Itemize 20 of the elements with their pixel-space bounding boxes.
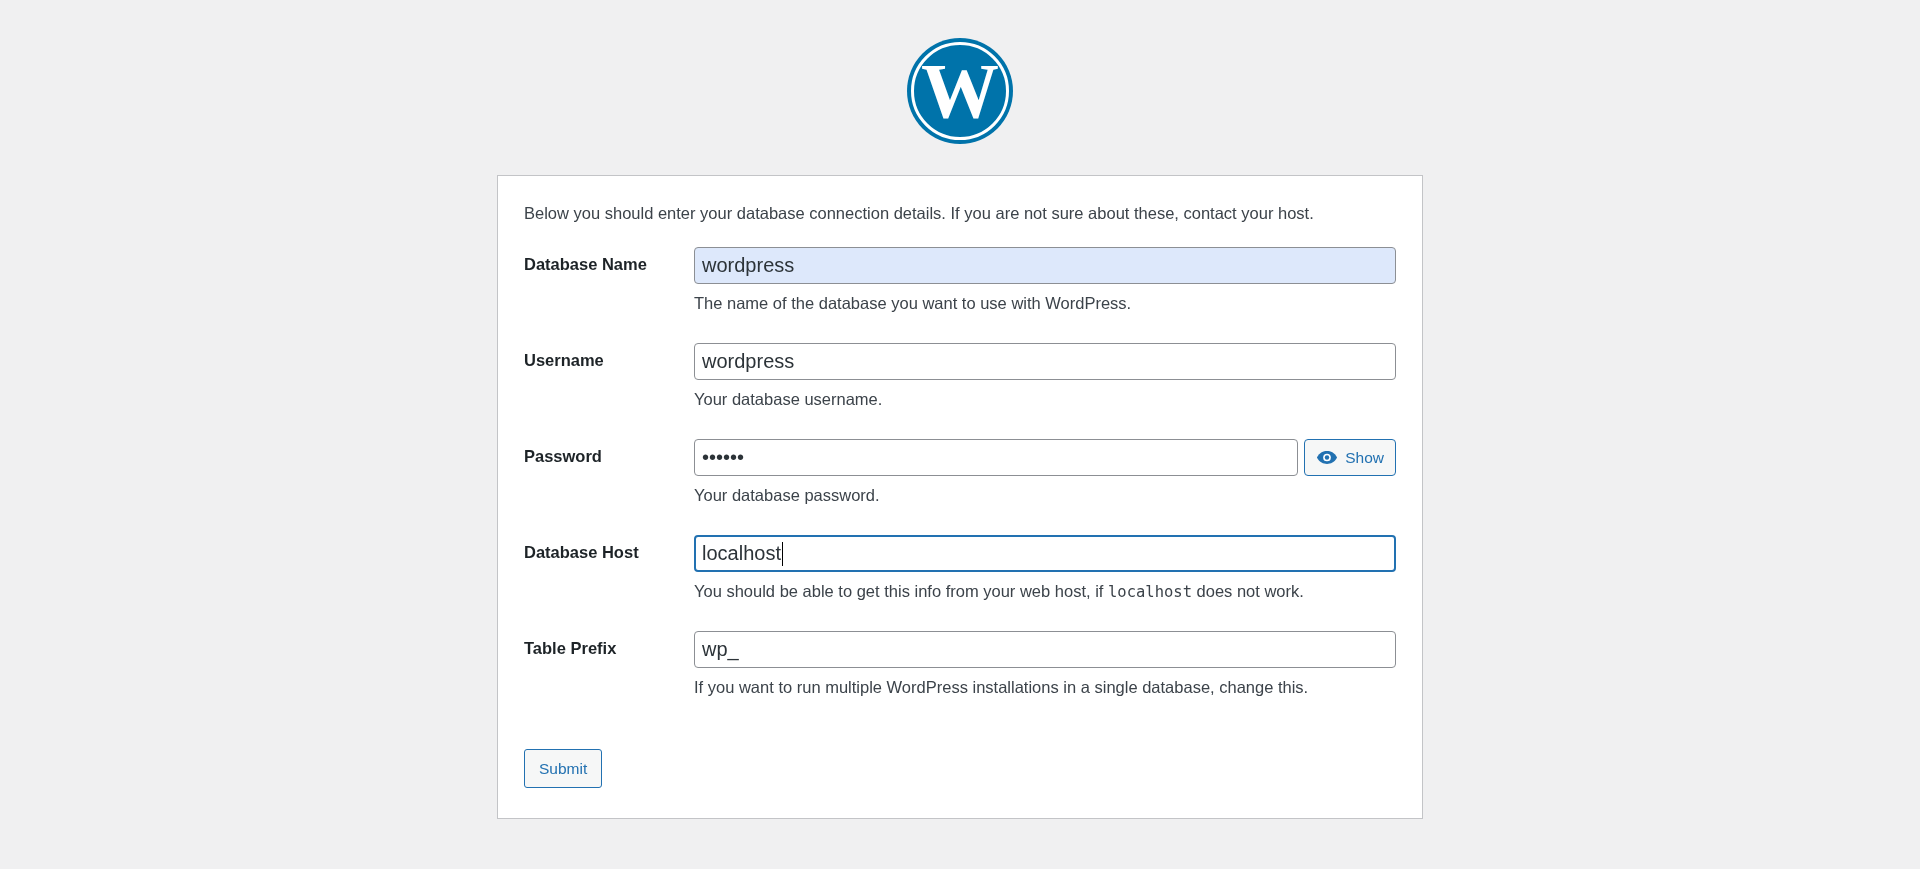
logo-icon: W: [907, 38, 1013, 144]
intro-text: Below you should enter your database connection details. If you are not sure about these, contact your host.: [524, 204, 1315, 223]
password-field[interactable]: ••••••: [694, 439, 1299, 476]
input-field[interactable]: localhost: [694, 535, 1396, 572]
field-description: If you want to run multiple WordPress installations in a single database, change this.: [694, 678, 1310, 697]
field-description: The name of the database you want to use with WordPress.: [694, 294, 1133, 313]
field-description: Your database password.: [694, 486, 881, 505]
show-password-button[interactable]: Show: [1304, 439, 1396, 476]
submit-button[interactable]: Submit: [524, 749, 603, 788]
field-label: Table Prefix: [524, 638, 618, 659]
input-field[interactable]: wp_: [694, 631, 1396, 668]
field-label: Database Host: [524, 542, 640, 563]
field-description: Your database username.: [694, 390, 884, 409]
field-description: You should be able to get this info from your web host, if localhost does not work.: [694, 582, 1305, 601]
eye-icon: [1316, 450, 1339, 465]
field-label: Database Name: [524, 254, 648, 275]
field-label: Password: [524, 446, 603, 467]
field-label: Username: [524, 350, 605, 371]
input-field[interactable]: wordpress: [694, 343, 1396, 380]
input-field[interactable]: wordpress: [694, 247, 1396, 284]
